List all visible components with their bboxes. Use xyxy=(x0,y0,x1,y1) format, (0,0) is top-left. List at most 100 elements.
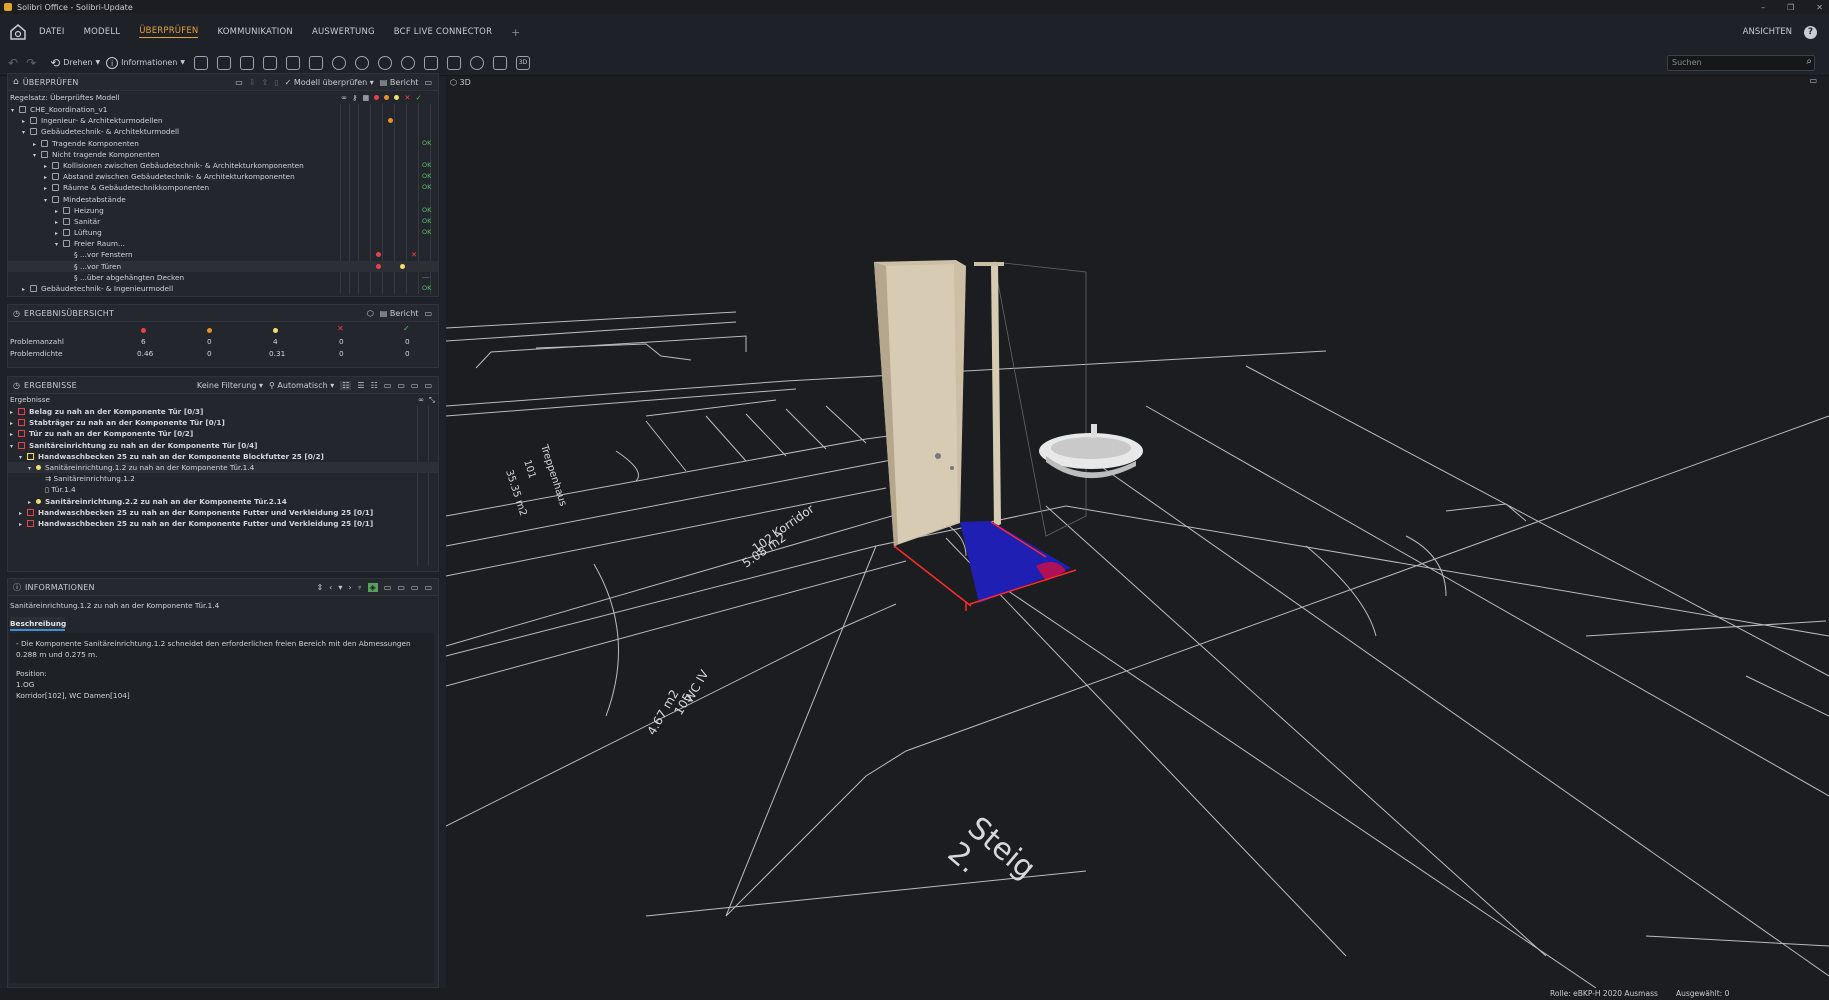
result-row[interactable]: ⇉ Sanitäreinrichtung.1.2 xyxy=(8,473,438,484)
table-icon[interactable]: ▦ xyxy=(362,91,369,104)
rule-row[interactable]: ▸ Lüftung OK xyxy=(8,227,438,238)
tree-view-icon[interactable]: ☷ xyxy=(340,381,352,390)
result-row[interactable]: ▾ Sanitäreinrichtung.1.2 zu nah an der Ko… xyxy=(8,461,438,474)
rule-row[interactable]: ▸ Tragende Komponenten OK xyxy=(8,138,438,149)
select-components-icon[interactable] xyxy=(194,55,209,70)
summary-report-button[interactable]: ▤ Bericht xyxy=(380,309,419,318)
key-icon[interactable]: ⚷ xyxy=(352,91,357,104)
add-tab-button[interactable]: + xyxy=(511,26,520,39)
rule-row[interactable]: § ...vor Fenstern ✕ xyxy=(8,249,438,260)
next-icon[interactable]: › xyxy=(348,583,351,592)
undo-icon[interactable]: ↶ xyxy=(8,56,18,70)
auto-dropdown[interactable]: ⚲ Automatisch ▾ xyxy=(269,381,334,390)
3d-view-icon[interactable]: 3D xyxy=(516,55,531,70)
link-icon[interactable]: ∞ xyxy=(418,394,424,406)
menu-bcf-live-connector[interactable]: BCF LIVE CONNECTOR xyxy=(394,27,492,37)
result-row[interactable]: ▸ Handwaschbecken 25 zu nah an der Kompon… xyxy=(8,518,438,529)
rule-row[interactable]: ▸ Sanitär OK xyxy=(8,216,438,227)
result-row[interactable]: ▾ Sanitäreinrichtung zu nah an der Kompon… xyxy=(8,440,438,451)
rule-row[interactable]: ▸ Gebäudetechnik- & Ingenieurmodell OK xyxy=(8,283,438,294)
search-icon[interactable]: ⌕ xyxy=(1806,56,1812,67)
cube-view-icon[interactable] xyxy=(286,55,301,70)
result-row[interactable]: ▯ Tür.1.4 xyxy=(8,484,438,495)
zoom-out-icon[interactable] xyxy=(378,55,393,70)
expand-arrow-icon[interactable]: ▸ xyxy=(22,284,30,295)
result-row[interactable]: ▸ Sanitäreinrichtung.2.2 zu nah an der Ko… xyxy=(8,496,438,507)
zoom-selection-icon[interactable] xyxy=(401,55,416,70)
import-icon[interactable]: ⇩ xyxy=(249,78,256,87)
isolate-components-icon[interactable] xyxy=(240,55,255,70)
menu-kommunikation[interactable]: KOMMUNIKATION xyxy=(217,27,292,37)
home-icon[interactable] xyxy=(9,23,27,41)
door-3d[interactable] xyxy=(873,260,1087,611)
info-dropdown[interactable]: i Informationen ▼ xyxy=(106,56,185,69)
3d-viewport[interactable]: ⬡ 3D ▭ Korridor 102 5.08 m2 WC IV 105 4.… xyxy=(446,76,1829,988)
result-row[interactable]: ▸ Stabträger zu nah an der Komponente Tür… xyxy=(8,417,438,428)
slide-icon[interactable]: ▭ xyxy=(384,583,392,592)
check-model-button[interactable]: ✓ Modell überprüfen ▾ xyxy=(285,78,374,87)
rule-row[interactable]: ▾ CHE_Koordination_v1 xyxy=(8,104,438,115)
floor-plan-icon[interactable] xyxy=(447,55,462,70)
zoom-in-icon[interactable] xyxy=(355,55,370,70)
slide-add-icon[interactable]: ▭ xyxy=(397,381,405,390)
expand-arrow-icon[interactable]: ▸ xyxy=(19,519,27,530)
export-icon[interactable]: ⇧ xyxy=(261,78,268,87)
slide-add-icon[interactable]: ▭ xyxy=(397,583,405,592)
fit-view-icon[interactable] xyxy=(332,55,347,70)
location-icon[interactable] xyxy=(470,55,485,70)
cube-icon[interactable]: ⬡ xyxy=(367,309,374,318)
rule-row[interactable]: ▾ Mindestabstände xyxy=(8,194,438,205)
transparency-icon[interactable] xyxy=(263,55,278,70)
rule-row[interactable]: ▸ Kollisionen zwischen Gebäudetechnik- & … xyxy=(8,160,438,171)
redo-icon[interactable]: ↷ xyxy=(26,56,36,70)
minimize-icon[interactable]: – xyxy=(1761,3,1765,12)
result-row[interactable]: ▸ Belag zu nah an der Komponente Tür [0/3… xyxy=(8,406,438,417)
rule-row[interactable]: ▾ Gebäudetechnik- & Architekturmodell xyxy=(8,126,438,137)
menu-auswertung[interactable]: AUSWERTUNG xyxy=(312,27,375,37)
sort-icon[interactable]: ⇕ xyxy=(316,583,323,592)
report-button[interactable]: ▤ Bericht xyxy=(380,78,419,87)
menu-ueberpruefen[interactable]: ÜBERPRÜFEN xyxy=(139,26,199,38)
chevron-down-icon[interactable]: ▾ xyxy=(338,583,342,592)
rule-row[interactable]: ▾ Freier Raum... xyxy=(8,238,438,249)
layers-icon[interactable] xyxy=(493,55,508,70)
rule-row[interactable]: § ...vor Türen xyxy=(8,260,438,272)
rule-row[interactable]: ▸ Heizung OK xyxy=(8,205,438,216)
menu-modell[interactable]: MODELL xyxy=(84,27,121,37)
slide-remove-icon[interactable]: ▭ xyxy=(411,583,419,592)
section-box-icon[interactable] xyxy=(309,55,324,70)
folder-icon[interactable]: ▭ xyxy=(235,78,243,87)
panel-menu-icon[interactable]: ▭ xyxy=(424,583,432,592)
slide-icon[interactable]: ▭ xyxy=(384,381,392,390)
panel-menu-icon[interactable]: ▭ xyxy=(424,309,432,318)
restore-icon[interactable]: ❐ xyxy=(1787,3,1794,12)
close-icon[interactable]: ✕ xyxy=(1816,3,1823,12)
measure-icon[interactable] xyxy=(424,55,439,70)
link-icon[interactable]: ∞ xyxy=(341,91,347,104)
highlight-icon[interactable]: ◈ xyxy=(367,583,378,592)
prev-icon[interactable]: ‹ xyxy=(329,583,332,592)
collapse-icon[interactable]: ⤡ xyxy=(429,394,435,406)
hide-components-icon[interactable] xyxy=(217,55,232,70)
rotate-dropdown[interactable]: ⟲ Drehen ▼ xyxy=(50,56,100,70)
lock-icon[interactable]: ▯ xyxy=(274,78,278,87)
menu-datei[interactable]: DATEI xyxy=(39,27,65,37)
search-input[interactable]: Suchen xyxy=(1667,55,1815,71)
filter-dropdown[interactable]: Keine Filterung ▾ xyxy=(197,381,263,390)
panel-menu-icon[interactable]: ▭ xyxy=(424,78,432,87)
chevron-down-icon[interactable]: ▾ xyxy=(358,583,362,592)
result-row[interactable]: ▸ Tür zu nah an der Komponente Tür [0/2] xyxy=(8,428,438,439)
result-row[interactable]: ▸ Handwaschbecken 25 zu nah an der Kompon… xyxy=(8,507,438,518)
tab-beschreibung[interactable]: Beschreibung xyxy=(10,617,66,632)
rule-row[interactable]: ▸ Ingenieur- & Architekturmodellen xyxy=(8,115,438,126)
washbasin-3d[interactable] xyxy=(1039,424,1143,479)
list-view-icon[interactable]: ☰ xyxy=(357,381,364,390)
panel-menu-icon[interactable]: ▭ xyxy=(424,381,432,390)
help-icon[interactable]: ? xyxy=(1804,25,1817,39)
rule-row[interactable]: ▸ Abstand zwischen Gebäudetechnik- & Arch… xyxy=(8,171,438,182)
slide-remove-icon[interactable]: ▭ xyxy=(411,381,419,390)
grouping-icon[interactable]: ☷ xyxy=(371,381,378,390)
ansichten-button[interactable]: ANSICHTEN xyxy=(1743,27,1792,37)
rule-row[interactable]: § ...über abgehängten Decken — xyxy=(8,272,438,283)
rule-row[interactable]: ▸ Räume & Gebäudetechnikkomponenten OK xyxy=(8,182,438,193)
